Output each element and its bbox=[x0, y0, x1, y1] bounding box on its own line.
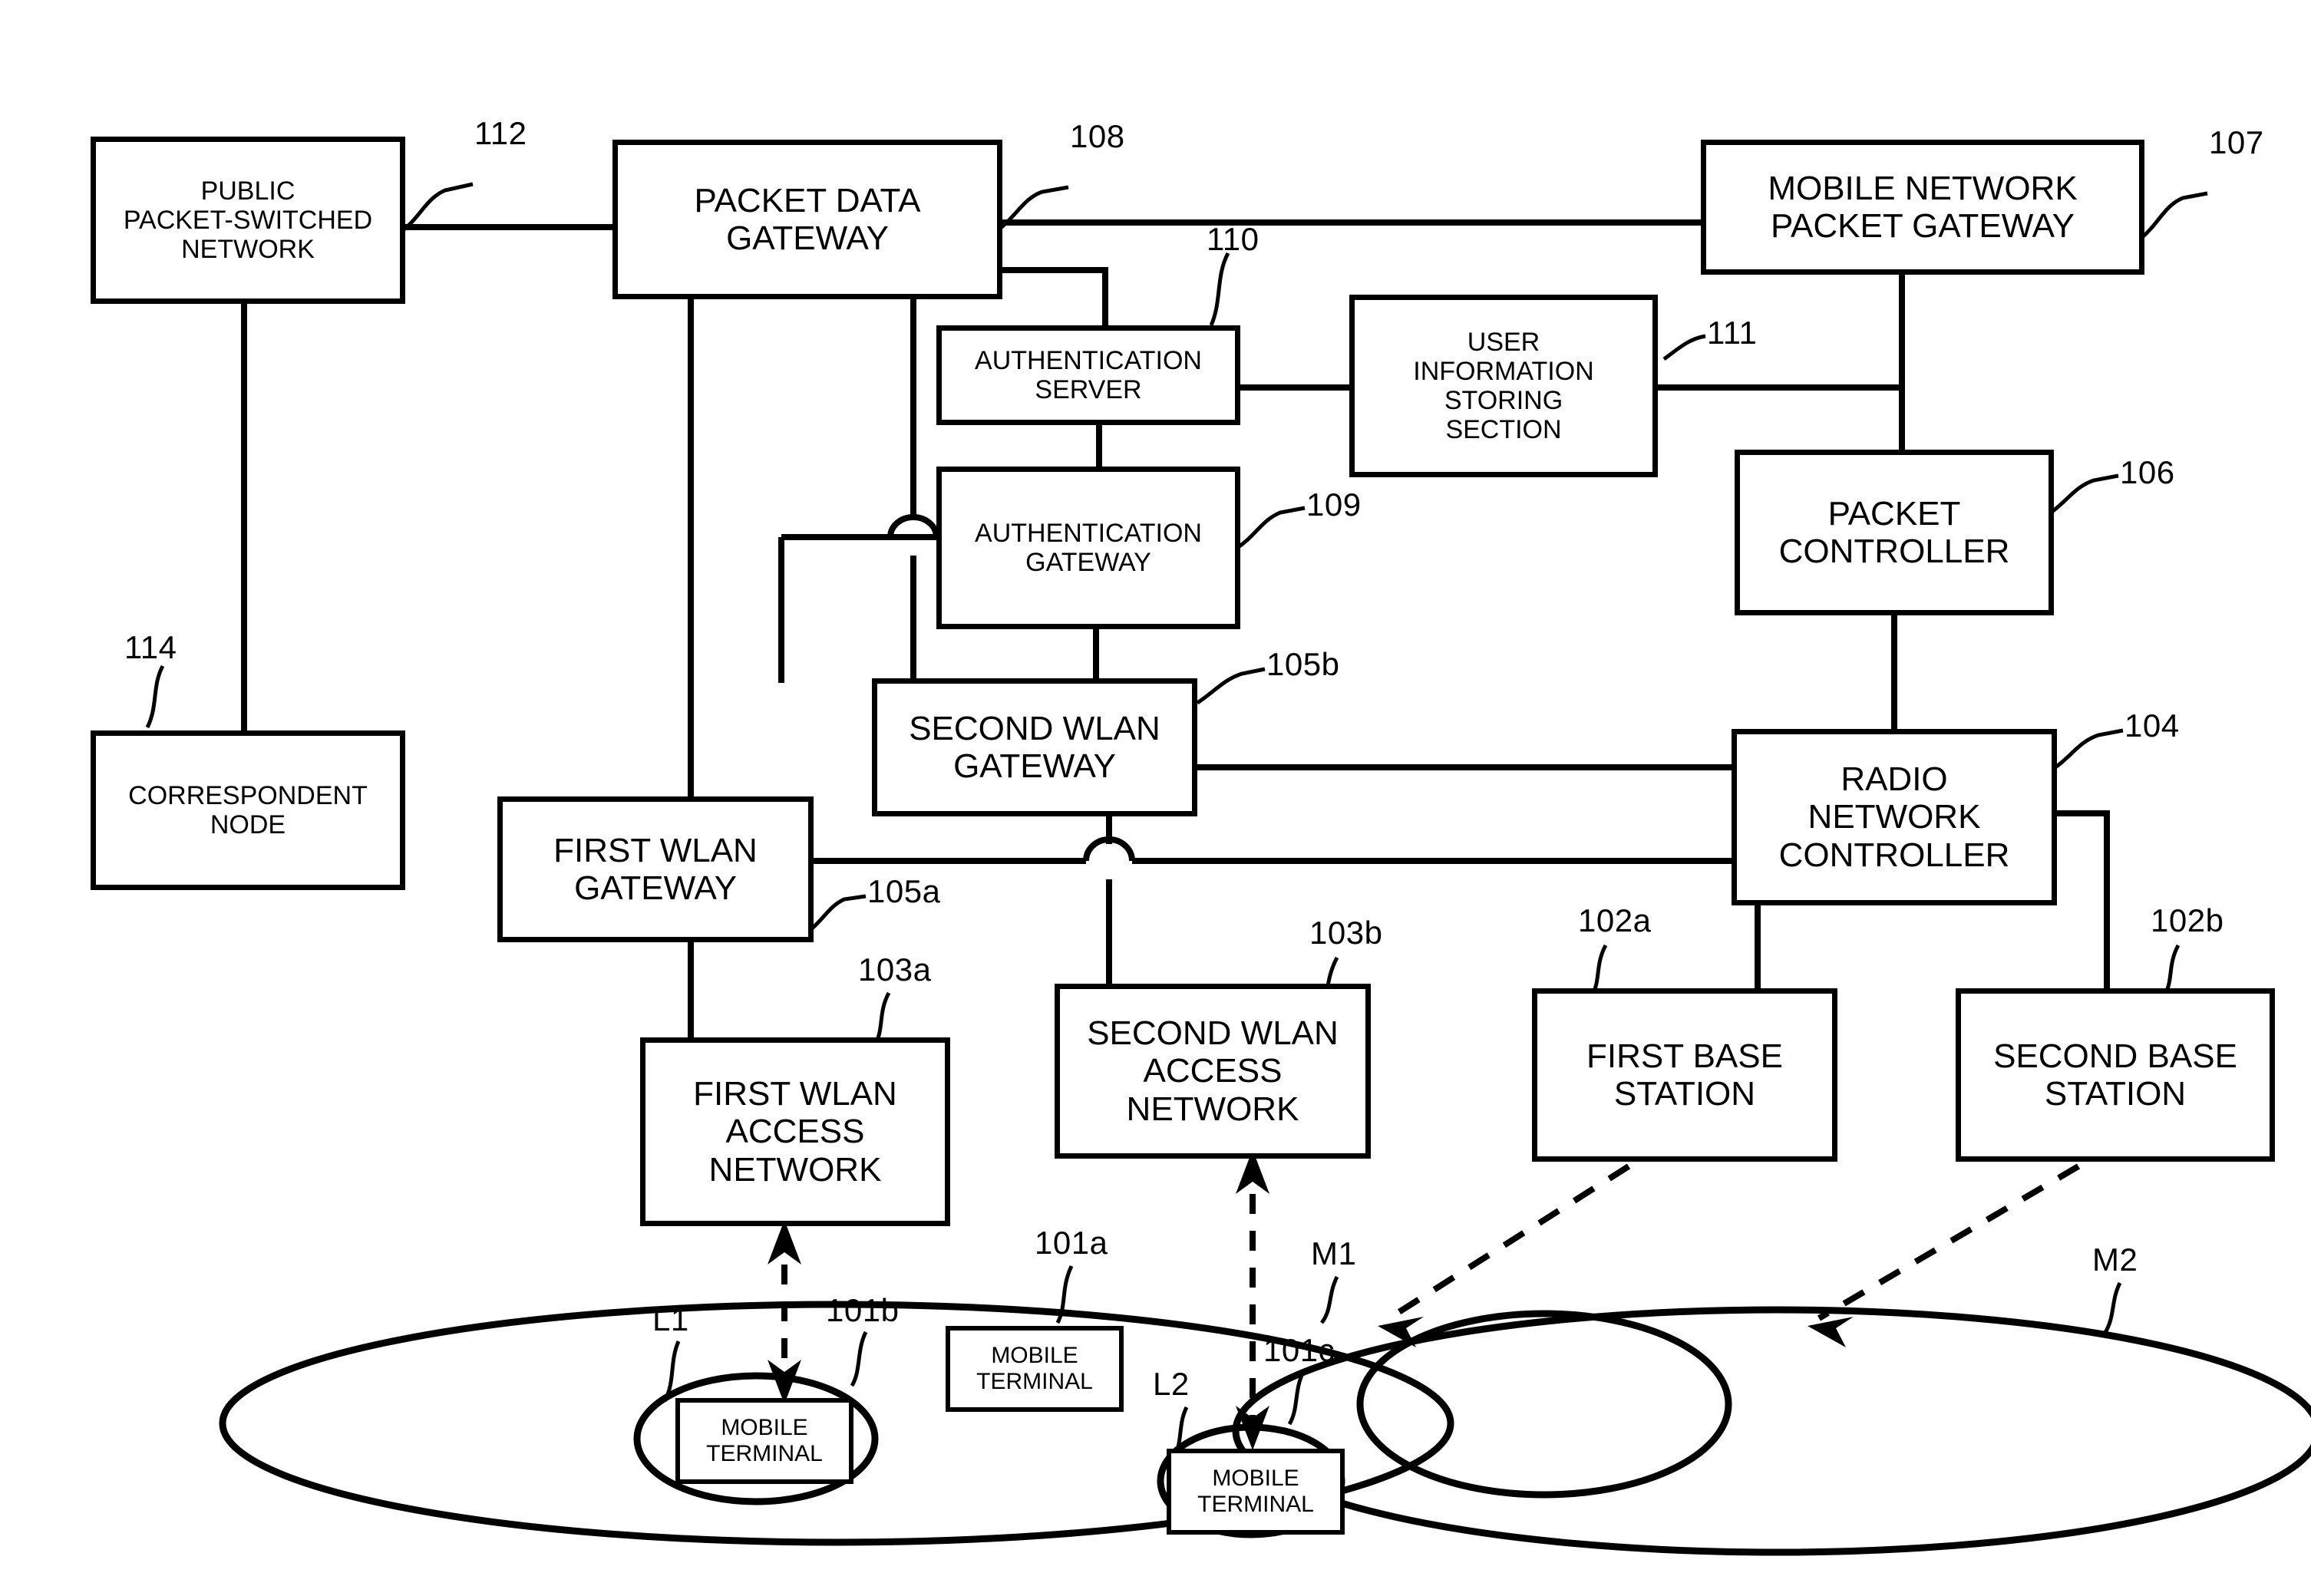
node-second-wlan-gateway[interactable]: SECOND WLAN GATEWAY bbox=[872, 678, 1197, 816]
node-authentication-gateway[interactable]: AUTHENTICATION GATEWAY bbox=[936, 467, 1240, 629]
leader-111 bbox=[1662, 334, 1706, 361]
node-label: CORRESPONDENT NODE bbox=[128, 780, 368, 839]
leader-109 bbox=[1236, 506, 1306, 550]
node-label: MOBILE TERMINAL bbox=[706, 1415, 823, 1466]
refnum-107: 107 bbox=[2209, 124, 2264, 160]
refnum-101a: 101a bbox=[1035, 1225, 1108, 1261]
refnum-101b: 101b bbox=[826, 1292, 900, 1328]
leader-105a bbox=[811, 894, 867, 930]
node-label: SECOND BASE STATION bbox=[1993, 1037, 2237, 1113]
refnum-M2: M2 bbox=[2092, 1242, 2138, 1278]
arrowhead-down-mt101c bbox=[1236, 1406, 1269, 1450]
node-label: PUBLIC PACKET-SWITCHED NETWORK bbox=[123, 176, 373, 265]
leader-M1 bbox=[1319, 1275, 1339, 1324]
node-label: MOBILE TERMINAL bbox=[976, 1343, 1093, 1394]
leader-108 bbox=[996, 185, 1069, 232]
ellipse-M2 bbox=[1232, 1306, 2311, 1556]
dashed-link-second-bs-to-m2 bbox=[1817, 1163, 2081, 1321]
leader-107 bbox=[2140, 191, 2208, 239]
node-mobile-terminal-101c[interactable]: MOBILE TERMINAL bbox=[1167, 1449, 1345, 1535]
node-label: FIRST BASE STATION bbox=[1586, 1037, 1783, 1113]
leader-114 bbox=[145, 664, 165, 729]
leader-104 bbox=[2054, 728, 2124, 770]
refnum-L1: L1 bbox=[652, 1301, 689, 1337]
node-second-wlan-access-network[interactable]: SECOND WLAN ACCESS NETWORK bbox=[1055, 984, 1371, 1159]
line-hop-arc-pdg-trunk bbox=[887, 514, 939, 538]
refnum-112: 112 bbox=[474, 115, 527, 151]
refnum-L2: L2 bbox=[1153, 1366, 1190, 1402]
refnum-102b: 102b bbox=[2151, 902, 2224, 938]
refnum-105b: 105b bbox=[1266, 646, 1340, 682]
refnum-102a: 102a bbox=[1578, 902, 1652, 938]
refnum-105a: 105a bbox=[867, 873, 941, 909]
leader-101c bbox=[1287, 1370, 1306, 1426]
refnum-108: 108 bbox=[1070, 118, 1125, 154]
node-first-wlan-gateway[interactable]: FIRST WLAN GATEWAY bbox=[497, 796, 814, 942]
arrowhead-up-fwan bbox=[768, 1220, 801, 1265]
node-packet-data-gateway[interactable]: PACKET DATA GATEWAY bbox=[612, 140, 1002, 299]
ellipse-M1 bbox=[1356, 1310, 1732, 1499]
node-mobile-network-packet-gateway[interactable]: MOBILE NETWORK PACKET GATEWAY bbox=[1701, 140, 2144, 275]
refnum-104: 104 bbox=[2124, 707, 2180, 744]
node-label: RADIO NETWORK CONTROLLER bbox=[1778, 760, 2010, 874]
leader-106 bbox=[2049, 473, 2119, 515]
node-label: SECOND WLAN ACCESS NETWORK bbox=[1087, 1014, 1339, 1128]
leader-L1 bbox=[662, 1340, 681, 1403]
line-pdg-to-auth-server bbox=[998, 267, 1108, 330]
node-label: MOBILE TERMINAL bbox=[1197, 1466, 1314, 1517]
refnum-101c: 101c bbox=[1263, 1332, 1335, 1368]
leader-101a bbox=[1055, 1265, 1074, 1324]
node-mobile-terminal-101b[interactable]: MOBILE TERMINAL bbox=[675, 1398, 853, 1484]
node-public-packet-switched-network[interactable]: PUBLIC PACKET-SWITCHED NETWORK bbox=[91, 137, 405, 304]
node-second-base-station[interactable]: SECOND BASE STATION bbox=[1956, 988, 2275, 1162]
node-authentication-server[interactable]: AUTHENTICATION SERVER bbox=[936, 325, 1240, 425]
dashed-link-first-bs-to-m1 bbox=[1387, 1163, 1631, 1321]
line-uiss-to-mnpg bbox=[1654, 265, 1905, 391]
node-label: SECOND WLAN GATEWAY bbox=[909, 709, 1160, 785]
figure-canvas: PUBLIC PACKET-SWITCHED NETWORK PACKET DA… bbox=[0, 0, 2311, 1596]
node-label: PACKET CONTROLLER bbox=[1778, 494, 2010, 570]
refnum-110: 110 bbox=[1207, 221, 1259, 257]
refnum-109: 109 bbox=[1306, 486, 1362, 523]
node-first-wlan-access-network[interactable]: FIRST WLAN ACCESS NETWORK bbox=[640, 1037, 950, 1226]
line-hop-arc-first-wlan bbox=[1083, 836, 1135, 862]
refnum-114: 114 bbox=[124, 629, 177, 665]
node-label: AUTHENTICATION GATEWAY bbox=[975, 518, 1202, 577]
node-packet-controller[interactable]: PACKET CONTROLLER bbox=[1735, 450, 2054, 615]
refnum-M1: M1 bbox=[1311, 1235, 1357, 1271]
node-label: AUTHENTICATION SERVER bbox=[975, 345, 1202, 404]
node-radio-network-controller[interactable]: RADIO NETWORK CONTROLLER bbox=[1732, 729, 2057, 905]
leader-110 bbox=[1209, 252, 1230, 327]
node-label: USER INFORMATION STORING SECTION bbox=[1413, 327, 1594, 445]
node-label: FIRST WLAN ACCESS NETWORK bbox=[693, 1075, 897, 1189]
node-mobile-terminal-101a[interactable]: MOBILE TERMINAL bbox=[946, 1326, 1124, 1412]
node-label: MOBILE NETWORK PACKET GATEWAY bbox=[1768, 169, 2078, 245]
leader-M2 bbox=[2102, 1281, 2122, 1335]
node-correspondent-node[interactable]: CORRESPONDENT NODE bbox=[91, 730, 405, 890]
arrowhead-m1 bbox=[1378, 1317, 1424, 1347]
refnum-111: 111 bbox=[1707, 315, 1758, 351]
node-first-base-station[interactable]: FIRST BASE STATION bbox=[1532, 988, 1837, 1162]
leader-112 bbox=[401, 182, 474, 232]
node-label: PACKET DATA GATEWAY bbox=[694, 181, 921, 257]
line-rnc-to-second-base-station bbox=[2055, 810, 2110, 990]
refnum-106: 106 bbox=[2120, 454, 2175, 490]
leader-101b bbox=[850, 1331, 868, 1387]
refnum-103b: 103b bbox=[1309, 915, 1383, 951]
node-user-information-storing-section[interactable]: USER INFORMATION STORING SECTION bbox=[1349, 295, 1658, 477]
leader-105b bbox=[1196, 667, 1266, 705]
refnum-103a: 103a bbox=[858, 951, 932, 988]
node-label: FIRST WLAN GATEWAY bbox=[553, 831, 758, 907]
arrowhead-m2 bbox=[1808, 1317, 1854, 1347]
